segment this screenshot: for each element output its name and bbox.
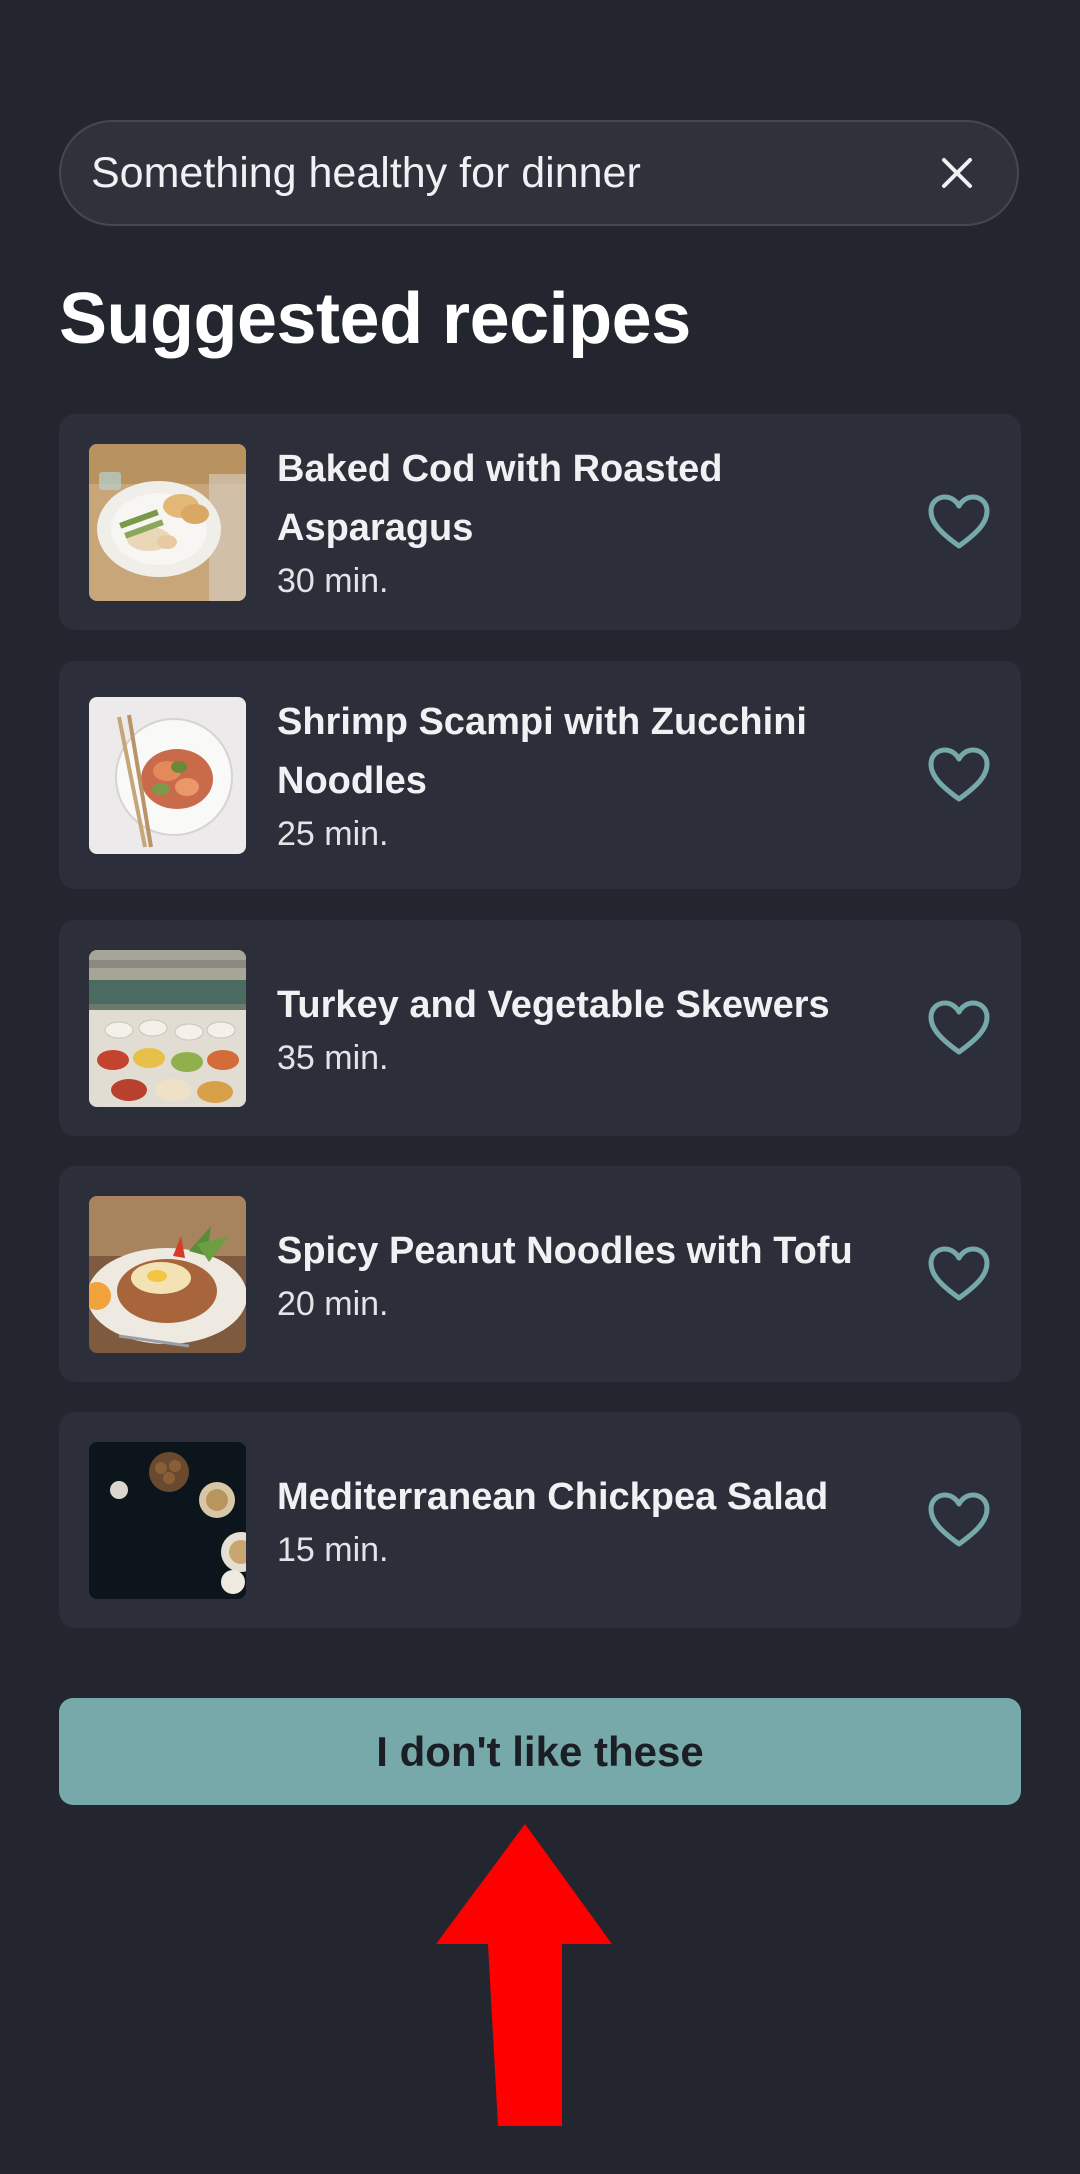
recipe-title: Baked Cod with Roasted Asparagus	[277, 448, 723, 549]
heart-outline-icon	[928, 1000, 990, 1055]
recipe-info: Shrimp Scampi with Zucchini Noodles 25 m…	[277, 693, 924, 857]
clear-search-button[interactable]	[927, 143, 987, 203]
recipe-time: 20 min.	[277, 1284, 389, 1323]
recipe-thumbnail	[89, 1195, 246, 1353]
recipe-title: Spicy Peanut Noodles with Tofu	[277, 1229, 853, 1272]
shrimp-plate-photo	[89, 696, 246, 854]
favorite-button[interactable]	[924, 993, 994, 1063]
recipe-card[interactable]: Turkey and Vegetable Skewers 35 min.	[59, 920, 1021, 1136]
favorite-button[interactable]	[924, 1485, 994, 1555]
recipe-title: Turkey and Vegetable Skewers	[277, 983, 830, 1026]
heart-outline-icon	[928, 1492, 990, 1547]
plated-cod-photo	[89, 443, 246, 601]
search-input[interactable]	[91, 148, 927, 198]
favorite-button[interactable]	[924, 740, 994, 810]
dark-table-bowls-photo	[89, 1441, 246, 1599]
recipe-title: Mediterranean Chickpea Salad	[277, 1475, 829, 1518]
recipe-info: Baked Cod with Roasted Asparagus 30 min.	[277, 440, 924, 604]
recipe-time: 15 min.	[277, 1530, 389, 1569]
heart-outline-icon	[928, 747, 990, 802]
favorite-button[interactable]	[924, 487, 994, 557]
recipe-card[interactable]: Mediterranean Chickpea Salad 15 min.	[59, 1412, 1021, 1628]
heart-outline-icon	[928, 494, 990, 549]
recipe-thumbnail	[89, 1441, 246, 1599]
search-bar[interactable]	[59, 120, 1019, 226]
recipe-info: Spicy Peanut Noodles with Tofu 20 min.	[277, 1222, 924, 1327]
recipe-card[interactable]: Shrimp Scampi with Zucchini Noodles 25 m…	[59, 661, 1021, 889]
recipe-time: 25 min.	[277, 815, 389, 853]
page-title: Suggested recipes	[59, 279, 691, 359]
red-arrow-annotation	[436, 1824, 612, 2126]
recipe-card[interactable]: Spicy Peanut Noodles with Tofu 20 min.	[59, 1166, 1021, 1382]
recipe-info: Turkey and Vegetable Skewers 35 min.	[277, 976, 924, 1081]
heart-outline-icon	[928, 1246, 990, 1301]
close-icon	[942, 158, 972, 188]
favorite-button[interactable]	[924, 1239, 994, 1309]
recipe-title: Shrimp Scampi with Zucchini Noodles	[277, 701, 807, 802]
recipe-time: 30 min.	[277, 562, 389, 600]
recipe-time: 35 min.	[277, 1038, 389, 1077]
noodle-dish-photo	[89, 1195, 246, 1353]
recipe-thumbnail	[89, 949, 246, 1107]
dislike-button[interactable]: I don't like these	[59, 1698, 1021, 1805]
recipe-info: Mediterranean Chickpea Salad 15 min.	[277, 1468, 924, 1573]
table-spread-photo	[89, 949, 246, 1107]
recipe-thumbnail	[89, 443, 246, 601]
recipe-thumbnail	[89, 696, 246, 854]
recipe-card[interactable]: Baked Cod with Roasted Asparagus 30 min.	[59, 414, 1021, 630]
